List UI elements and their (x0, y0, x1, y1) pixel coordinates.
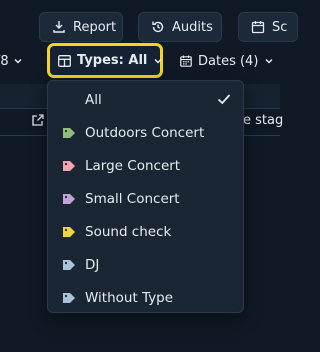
menu-item-outdoors-concert[interactable]: Outdoors Concert (48, 116, 243, 149)
table-header-cell: e stag (243, 113, 284, 128)
calendar-icon (180, 55, 192, 67)
types-dropdown-menu: All Outdoors Concert Large Concert Small… (47, 80, 244, 313)
audits-button[interactable]: Audits (138, 12, 222, 42)
chevron-down-icon (154, 58, 162, 64)
report-button[interactable]: Report (39, 12, 123, 42)
types-filter-button[interactable]: Types: All (47, 43, 163, 78)
download-icon (53, 21, 65, 33)
menu-item-label: All (85, 91, 102, 108)
pager-dropdown[interactable]: /8 (0, 46, 23, 76)
history-icon (152, 21, 164, 33)
menu-item-all[interactable]: All (48, 83, 243, 116)
tag-icon (63, 226, 75, 237)
menu-item-without-type[interactable]: Without Type (48, 281, 243, 314)
types-filter-label: Types: All (77, 53, 148, 68)
dates-filter-button[interactable]: Dates (4) (180, 46, 274, 76)
menu-item-sound-check[interactable]: Sound check (48, 215, 243, 248)
calendar-icon (251, 21, 265, 34)
menu-item-label: Small Concert (85, 190, 180, 207)
menu-item-label: Large Concert (85, 157, 181, 174)
menu-item-large-concert[interactable]: Large Concert (48, 149, 243, 182)
schedule-label: Sc (272, 19, 288, 35)
tag-icon (63, 127, 75, 138)
menu-item-label: DJ (85, 256, 100, 273)
report-label: Report (73, 19, 117, 35)
schedule-button[interactable]: Sc (238, 12, 298, 42)
tag-icon (63, 160, 75, 171)
menu-item-small-concert[interactable]: Small Concert (48, 182, 243, 215)
tag-icon (63, 259, 75, 270)
pager-label: /8 (0, 53, 9, 69)
menu-item-label: Sound check (85, 223, 172, 240)
check-icon (217, 94, 231, 105)
tag-icon (63, 292, 75, 303)
chevron-down-icon (14, 58, 22, 64)
external-link-icon[interactable] (31, 114, 44, 127)
chevron-down-icon (265, 58, 273, 64)
tag-icon (63, 193, 75, 204)
menu-item-dj[interactable]: DJ (48, 248, 243, 281)
menu-item-label: Outdoors Concert (85, 124, 205, 141)
menu-item-label: Without Type (85, 289, 174, 306)
table-icon (58, 54, 71, 67)
audits-label: Audits (172, 19, 213, 35)
page: Report Audits Sc /8 Types: All (0, 0, 298, 352)
dates-filter-label: Dates (4) (198, 53, 259, 69)
